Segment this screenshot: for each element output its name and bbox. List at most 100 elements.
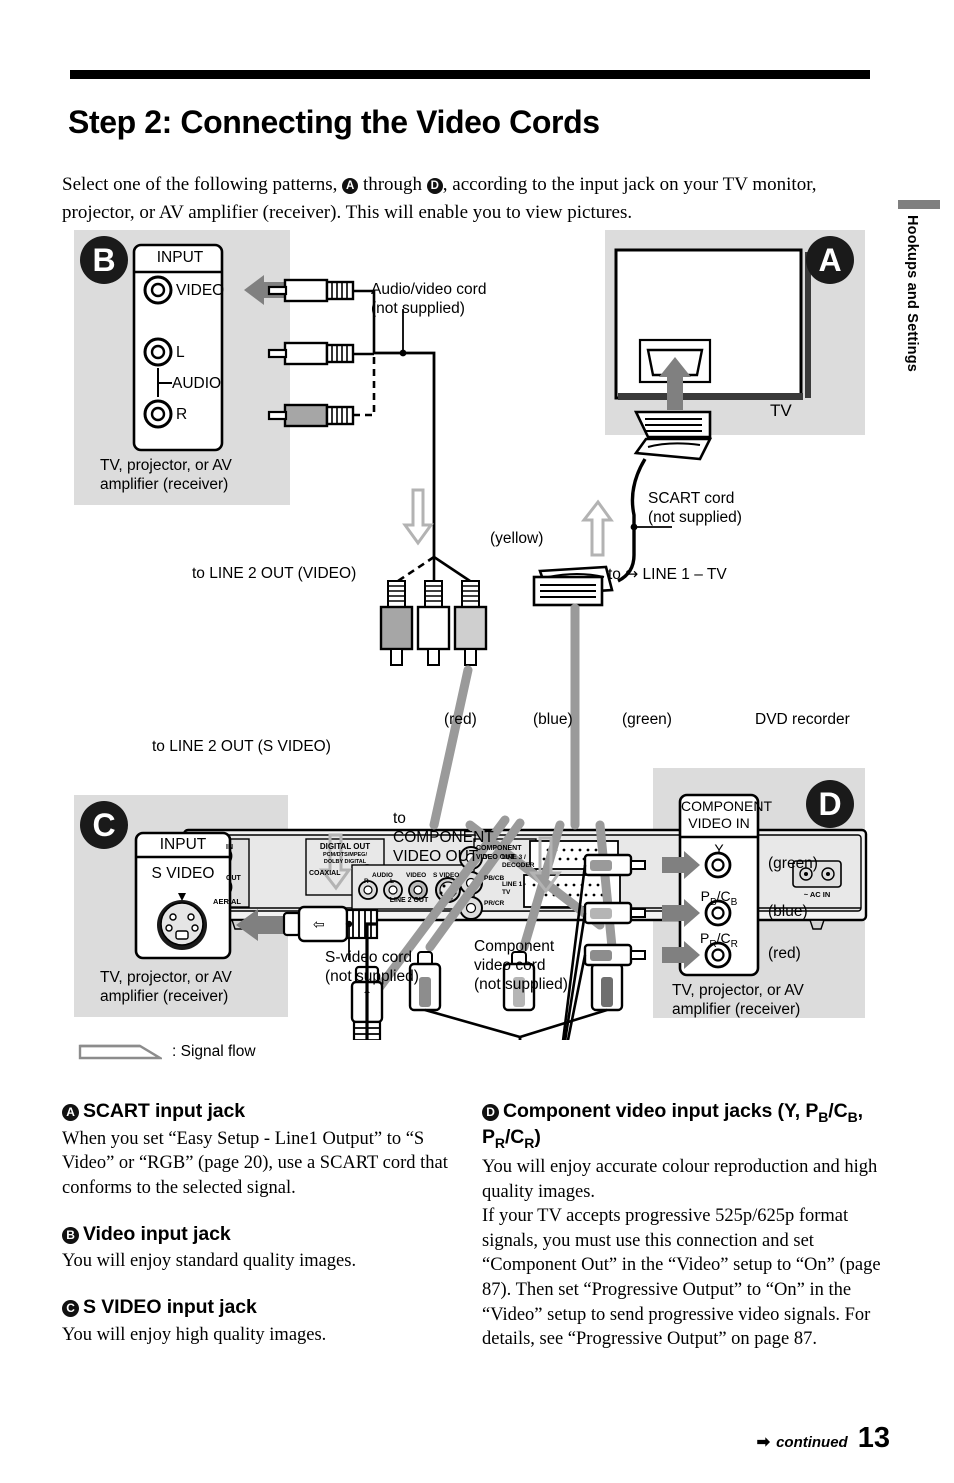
panel-d-color-red: (red) bbox=[768, 945, 801, 962]
section-c-badge: C bbox=[62, 1299, 79, 1317]
recorder-label-out: OUT bbox=[226, 875, 241, 882]
panel-a-tv bbox=[614, 248, 811, 400]
section-d-body: You will enjoy accurate colour reproduct… bbox=[482, 1155, 882, 1352]
label-color-green: (green) bbox=[622, 711, 672, 728]
section-a-heading: A SCART input jack bbox=[62, 1100, 462, 1124]
section-d-heading-sub4: R bbox=[524, 1134, 535, 1151]
panel-d-caption-1: TV, projector, or AV bbox=[672, 982, 804, 999]
section-d-heading-sub2: B bbox=[847, 1108, 858, 1125]
page-title: Step 2: Connecting the Video Cords bbox=[68, 104, 600, 141]
signal-flow-arrow-av bbox=[402, 488, 434, 546]
section-d-heading-pre: Component video input jacks (Y, P bbox=[503, 1100, 819, 1122]
intro-badge-a: A bbox=[342, 178, 359, 194]
manual-page: Step 2: Connecting the Video Cords Selec… bbox=[0, 0, 954, 1483]
recorder-label-component-1: COMPONENT bbox=[476, 845, 522, 852]
recorder-label-video: VIDEO bbox=[406, 872, 427, 879]
badge-b: B bbox=[80, 236, 128, 284]
panel-b-input-header: INPUT bbox=[156, 249, 204, 266]
label-svideo-cord-2: (not supplied) bbox=[325, 968, 419, 985]
recorder-label-line3-1: LINE 3 / bbox=[502, 854, 526, 861]
section-b-heading-text: Video input jack bbox=[83, 1222, 231, 1245]
recorder-label-digital-out-sub1: PCM/DTS/MPEG/ bbox=[322, 852, 367, 858]
continued-label: continued bbox=[776, 1434, 848, 1451]
section-c-heading-text: S VIDEO input jack bbox=[83, 1295, 257, 1318]
signal-flow-legend: : Signal flow bbox=[78, 1040, 256, 1064]
section-d-badge: D bbox=[482, 1104, 499, 1121]
jack-descriptions-left-column: A SCART input jack When you set “Easy Set… bbox=[62, 1100, 462, 1369]
label-component-cord-2: video cord bbox=[474, 957, 546, 974]
label-component-cord-1: Component bbox=[474, 938, 555, 955]
title-rule bbox=[70, 70, 870, 79]
panel-d-color-green: (green) bbox=[768, 855, 818, 872]
panel-b-jack-l-label: L bbox=[176, 344, 185, 361]
section-d-heading-mid: /C bbox=[828, 1100, 848, 1122]
component-cord-plug-red-h bbox=[583, 943, 646, 967]
rca-plug-white-vertical bbox=[416, 580, 451, 666]
panel-d-header-1: COMPONENT bbox=[681, 798, 772, 814]
recorder-label-l: L bbox=[390, 878, 394, 885]
section-b-body-text: You will enjoy standard quality images. bbox=[62, 1251, 357, 1272]
page-number: 13 bbox=[857, 1422, 890, 1454]
recorder-label-s-video: S VIDEO bbox=[433, 872, 460, 879]
recorder-label-pr-cr: PR/CR bbox=[484, 900, 505, 907]
recorder-label-y: Y bbox=[484, 854, 489, 861]
jack-descriptions-right-column: D Component video input jacks (Y, PB/CB, … bbox=[482, 1100, 882, 1374]
scart-plug-tv-end bbox=[633, 410, 713, 461]
label-scart-cord-2: (not supplied) bbox=[648, 509, 742, 526]
panel-b-jack-r-label: R bbox=[176, 406, 188, 423]
panel-b-caption-2: amplifier (receiver) bbox=[100, 476, 229, 493]
section-c-body: You will enjoy high quality images. bbox=[62, 1323, 462, 1348]
side-tab-marker bbox=[898, 200, 940, 209]
label-av-cord-2: (not supplied) bbox=[371, 300, 465, 317]
rca-plug-left-horizontal bbox=[267, 341, 355, 366]
section-a-body-text: When you set “Easy Setup - Line1 Output”… bbox=[62, 1128, 448, 1198]
recorder-label-digital-out: DIGITAL OUT bbox=[319, 842, 371, 851]
page-footer: ➡ continued 13 bbox=[757, 1422, 890, 1455]
panel-b-audio-label: AUDIO bbox=[172, 375, 222, 392]
signal-flow-arrow-scart bbox=[580, 499, 614, 557]
intro-paragraph: Select one of the following patterns, A … bbox=[62, 171, 872, 227]
recorder-label-digital-out-sub2: DOLBY DIGITAL bbox=[323, 859, 367, 865]
label-component-cord-3: (not supplied) bbox=[474, 976, 568, 993]
label-to-line1-tv: to ↪ LINE 1 – TV bbox=[608, 566, 727, 583]
label-to-line2-video: to LINE 2 OUT (VIDEO) bbox=[192, 565, 357, 582]
scart-plug-recorder-end bbox=[532, 565, 614, 607]
section-d-heading-mid3: /C bbox=[504, 1126, 525, 1149]
panel-d-jack-y-label: Y bbox=[714, 841, 724, 857]
section-d-heading-sub3: R bbox=[494, 1134, 505, 1151]
panel-d-header-2: VIDEO IN bbox=[688, 815, 750, 831]
panel-d-jack-pr-label: PR/CR bbox=[700, 930, 738, 950]
label-av-cord-1: Audio/video cord bbox=[371, 281, 487, 298]
recorder-label-aerial: AERIAL bbox=[213, 897, 241, 906]
section-b-body: You will enjoy standard quality images. bbox=[62, 1249, 462, 1274]
label-svideo-cord-1: S-video cord bbox=[325, 949, 413, 966]
section-c-heading: CS VIDEO input jack bbox=[62, 1296, 462, 1320]
section-d-heading-sub1: B bbox=[818, 1108, 829, 1125]
recorder-label-ac-in: ~ AC IN bbox=[803, 890, 831, 899]
label-to-line2-svideo: to LINE 2 OUT (S VIDEO) bbox=[152, 738, 331, 755]
signal-flow-icon bbox=[78, 1044, 162, 1060]
panel-c-input-header: INPUT bbox=[159, 836, 207, 853]
intro-badge-d: D bbox=[426, 178, 443, 194]
diagram-artwork: ⇧ ⇦ bbox=[132, 243, 868, 1040]
recorder-label-r: R bbox=[364, 878, 369, 885]
label-color-blue: (blue) bbox=[533, 711, 573, 728]
label-dvd-recorder: DVD recorder bbox=[755, 711, 850, 728]
label-color-red: (red) bbox=[444, 711, 477, 728]
recorder-label-line3-2: DECODER bbox=[502, 862, 535, 869]
label-to-component-1: to bbox=[393, 810, 406, 827]
panel-d-color-blue: (blue) bbox=[768, 903, 808, 920]
recorder-label-line2-out: LINE 2 OUT bbox=[389, 897, 429, 904]
svideo-plug-tv-end: ⇦ bbox=[282, 905, 379, 943]
panel-b-caption-1: TV, projector, or AV bbox=[100, 457, 232, 474]
arrows-into-component-jacks bbox=[662, 851, 700, 969]
continued-arrow-icon: ➡ bbox=[756, 1434, 771, 1451]
section-b-badge: B bbox=[62, 1226, 79, 1244]
intro-text-1: Select one of the following patterns, bbox=[62, 174, 343, 195]
section-d-body-text-2: If your TV accepts progressive 525p/625p… bbox=[482, 1206, 881, 1350]
recorder-label-coaxial: COAXIAL bbox=[309, 870, 341, 877]
panel-a-tv-label: TV bbox=[770, 401, 792, 420]
svg-text:⇦: ⇦ bbox=[313, 916, 325, 932]
section-d-heading: D Component video input jacks (Y, PB/CB, … bbox=[482, 1100, 882, 1152]
panel-c-jack-svideo-label: S VIDEO bbox=[151, 865, 215, 882]
